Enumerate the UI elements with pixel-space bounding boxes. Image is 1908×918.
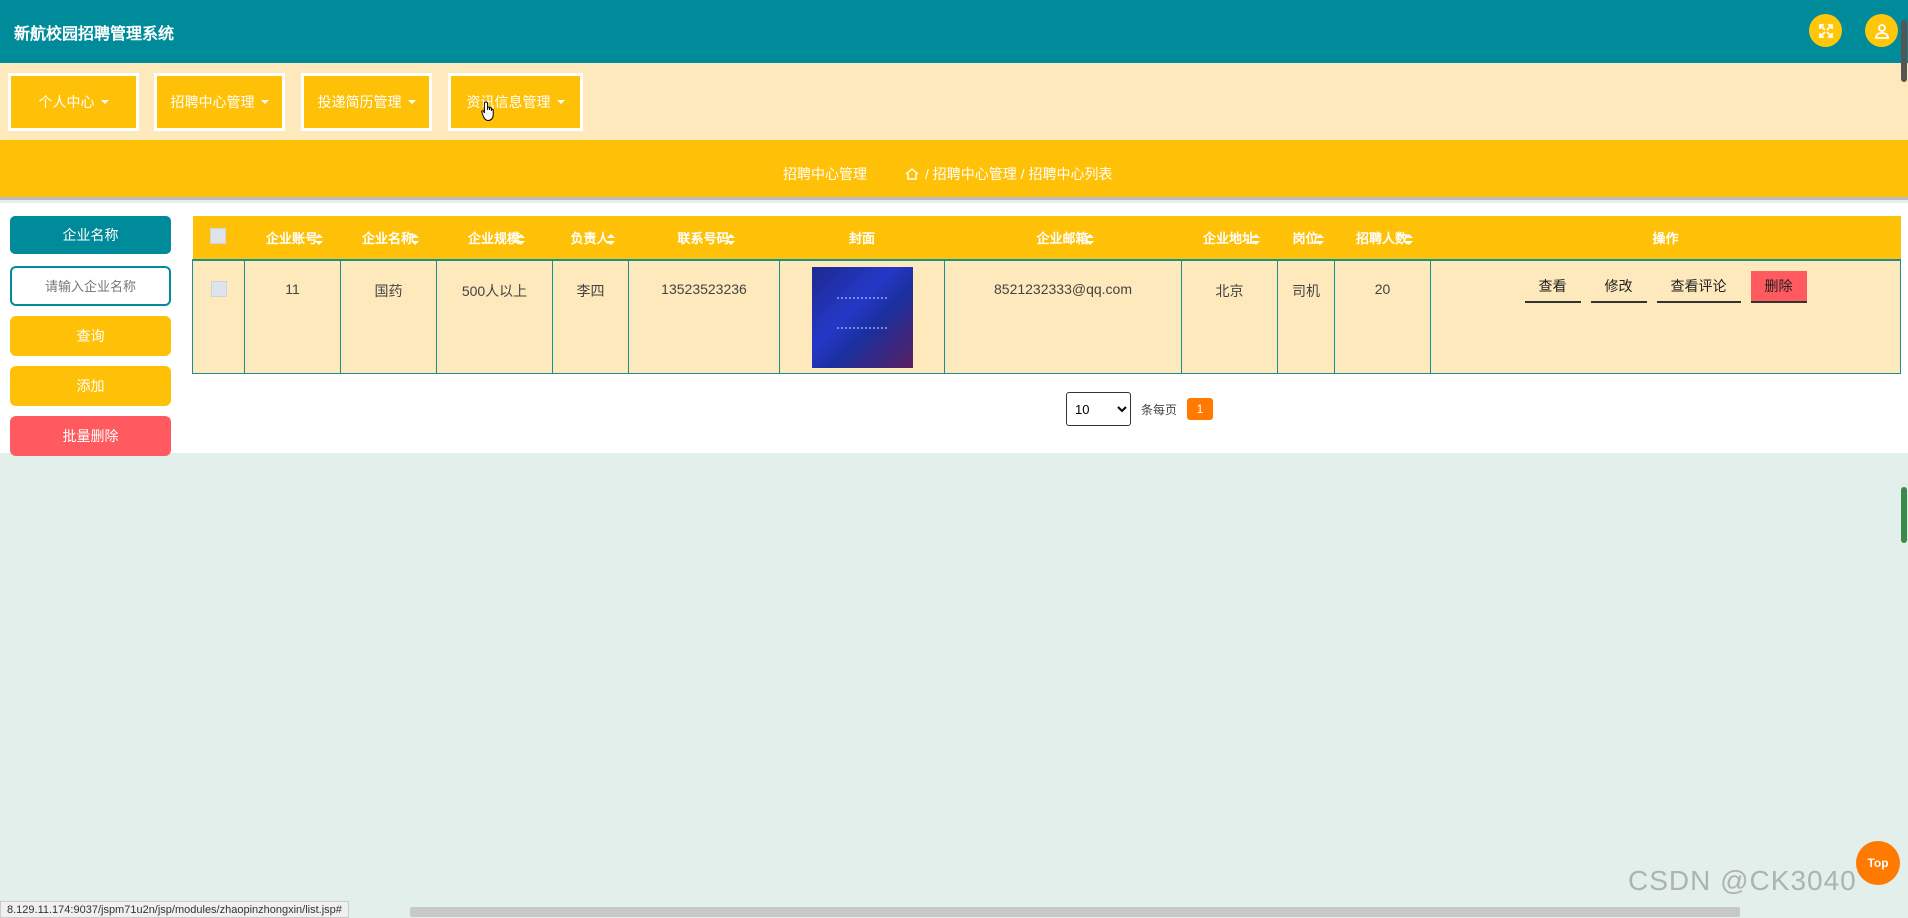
menu-news-info[interactable]: 资讯信息管理 [448,73,583,131]
batch-delete-button[interactable]: 批量删除 [10,416,171,456]
menu-personal-center[interactable]: 个人中心 [8,73,139,131]
col-header-actions: 操作 [1430,216,1901,261]
nav-menu-bar: 个人中心 招聘中心管理 投递简历管理 资讯信息管理 [0,63,1908,140]
app-title: 新航校园招聘管理系统 [14,26,175,43]
caret-down-icon [407,100,416,104]
menu-label: 个人中心 [38,94,95,110]
col-header-address[interactable]: 企业地址 [1181,216,1278,261]
menu-recruitment-center[interactable]: 招聘中心管理 [154,73,285,131]
table-header-row: 企业账号 企业名称 企业规模 负责人 联系号码 封面 企业邮箱 企业地址 岗位 … [192,216,1901,261]
caret-down-icon [100,100,109,104]
fullscreen-button[interactable] [1809,14,1842,47]
pagination: 10 条每页 1 [1066,392,1214,426]
col-header-cover: 封面 [779,216,945,261]
breadcrumb-path-text: / 招聘中心管理 / 招聘中心列表 [925,166,1113,182]
row-actions: 查看 修改 查看评论 删除 [1431,271,1900,303]
top-header: 新航校园招聘管理系统 [0,0,1908,63]
col-header-name[interactable]: 企业名称 [340,216,437,261]
view-comments-button[interactable]: 查看评论 [1656,271,1741,303]
col-header-account[interactable]: 企业账号 [244,216,341,261]
cell-address: 北京 [1181,259,1278,374]
menu-label: 资讯信息管理 [466,94,551,110]
cell-position: 司机 [1277,259,1335,374]
select-all-header [192,216,245,261]
per-page-label: 条每页 [1141,402,1178,417]
horizontal-scrollbar[interactable] [410,907,1740,917]
delete-button[interactable]: 删除 [1750,271,1807,303]
breadcrumb-path: / 招聘中心管理 / 招聘中心列表 [905,164,1112,184]
search-field-label: 企业名称 [10,216,171,254]
row-select-cell [192,259,245,374]
cell-count: 20 [1334,259,1431,374]
cell-phone: 13523523236 [628,259,780,374]
scrollbar-thumb[interactable] [1901,20,1907,82]
page-size-select[interactable]: 10 [1066,392,1131,426]
col-header-position[interactable]: 岗位 [1277,216,1335,261]
cell-scale: 500人以上 [436,259,553,374]
cover-image[interactable] [811,267,913,368]
col-header-count[interactable]: 招聘人数 [1334,216,1431,261]
home-icon[interactable] [905,167,919,181]
watermark: CSDN @CK3040 [1628,865,1857,896]
cell-actions: 查看 修改 查看评论 删除 [1430,259,1901,374]
user-icon [1874,23,1889,39]
company-name-search-input[interactable] [10,266,171,306]
recruitment-table: 企业账号 企业名称 企业规模 负责人 联系号码 封面 企业邮箱 企业地址 岗位 … [192,216,1901,374]
view-button[interactable]: 查看 [1524,271,1581,303]
browser-status-url: 8.129.11.174:9037/jspm71u2n/jsp/modules/… [0,901,349,918]
menu-resume-delivery[interactable]: 投递简历管理 [301,73,432,131]
col-header-email[interactable]: 企业邮箱 [944,216,1182,261]
back-to-top-button[interactable]: Top [1856,841,1900,885]
query-button[interactable]: 查询 [10,316,171,356]
add-button[interactable]: 添加 [10,366,171,406]
cell-contact: 李四 [552,259,629,374]
breadcrumb-section-title: 招聘中心管理 [783,166,867,182]
user-button[interactable] [1865,14,1898,47]
caret-down-icon [260,100,269,104]
cell-email: 8521232333@qq.com [944,259,1182,374]
cell-name: 国药 [340,259,437,374]
menu-label: 投递简历管理 [317,94,402,110]
cell-account: 11 [244,259,341,374]
page-number-button[interactable]: 1 [1187,398,1214,420]
expand-icon [1818,23,1833,38]
col-header-phone[interactable]: 联系号码 [628,216,780,261]
caret-down-icon [556,100,565,104]
col-header-contact[interactable]: 负责人 [552,216,629,261]
scrollbar-thumb-secondary[interactable] [1901,487,1907,543]
cell-cover [779,259,945,374]
col-header-scale[interactable]: 企业规模 [436,216,553,261]
edit-button[interactable]: 修改 [1590,271,1647,303]
breadcrumb: 招聘中心管理 / 招聘中心管理 / 招聘中心列表 [0,140,1908,200]
row-checkbox[interactable] [210,281,227,297]
table-row: 11 国药 500人以上 李四 13523523236 8521232333@q… [192,259,1901,374]
select-all-checkbox[interactable] [210,228,227,244]
hand-cursor-icon [481,101,494,122]
menu-label: 招聘中心管理 [170,94,255,110]
